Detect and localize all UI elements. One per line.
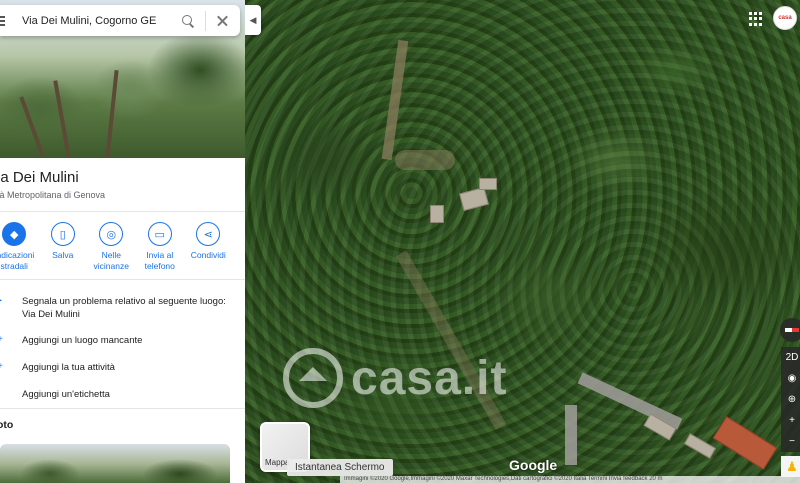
share-button[interactable]: ⋖ Condividi [184, 222, 233, 271]
list-item-label: Aggiungi la tua attività [22, 362, 115, 373]
search-box[interactable]: Via Dei Mulini, Cogorno GE [0, 5, 240, 36]
share-icon: ⋖ [196, 222, 221, 246]
screenshot-tooltip: Istantanea Schermo [287, 459, 393, 476]
divider [0, 408, 245, 409]
send-to-phone-icon: ▭ [147, 222, 172, 246]
map-attribution: Immagini ©2020 Google,Immagini ©2020 Max… [340, 476, 800, 483]
place-subtitle: tà Metropolitana di Genova [0, 190, 106, 200]
add-business-item[interactable]: + Aggiungi la tua attività [0, 361, 237, 374]
zoom-out-button[interactable]: − [781, 431, 800, 452]
place-sidebar: Via Dei Mulini, Cogorno GE ia Dei Mulini… [0, 0, 245, 483]
map-trail [395, 150, 455, 170]
map-building [479, 178, 497, 190]
zoom-in-button[interactable]: + [781, 410, 800, 431]
menu-icon[interactable] [0, 15, 10, 26]
map-layer-label: Mappa [265, 458, 290, 467]
google-logo: Google [509, 457, 558, 473]
satellite-map[interactable] [245, 0, 800, 483]
action-label: Condividi [190, 250, 226, 260]
photo-thumbnail[interactable] [0, 444, 230, 483]
place-title: ia Dei Mulini [0, 169, 79, 186]
view-toggle-button[interactable]: 2D [781, 347, 800, 368]
action-bar: ◆ Indicazioni stradali ▯ Salva ◎ Nelle v… [0, 222, 233, 271]
save-button[interactable]: ▯ Salva [39, 222, 88, 271]
add-place-icon: + [0, 334, 7, 345]
action-label: Salva [52, 250, 74, 260]
map-controls: 2D ◉ ⊕ + − ♟ [780, 318, 800, 477]
send-to-phone-button[interactable]: ▭ Invia al telefono [136, 222, 185, 271]
apps-grid-icon[interactable] [749, 12, 763, 26]
tree-trunk [105, 70, 119, 158]
directions-icon: ◆ [2, 222, 27, 246]
list-item-label: Aggiungi un luogo mancante [22, 335, 143, 346]
action-label: Indicazioni stradali [0, 250, 35, 271]
report-problem-item[interactable]: ▸ Segnala un problema relativo al seguen… [0, 295, 237, 321]
list-item-label: Segnala un problema relativo al seguente… [22, 296, 226, 320]
divider [205, 10, 206, 31]
close-icon[interactable] [216, 14, 230, 28]
tree-trunk [53, 80, 71, 158]
add-business-icon: + [0, 361, 7, 372]
search-input[interactable]: Via Dei Mulini, Cogorno GE [22, 15, 181, 27]
collapse-sidebar-button[interactable]: ◀ [245, 5, 261, 35]
map-building [430, 205, 444, 223]
pegman-icon[interactable]: ♟ [781, 456, 800, 477]
action-label: Invia al telefono [144, 250, 175, 271]
directions-button[interactable]: ◆ Indicazioni stradali [0, 222, 39, 271]
action-label: Nelle vicinanze [93, 250, 129, 271]
account-avatar[interactable]: casa [773, 6, 797, 30]
watermark-text: casa.it [351, 351, 508, 405]
compass-icon[interactable] [780, 318, 800, 342]
bookmark-icon: ▯ [50, 222, 75, 246]
nearby-icon: ◎ [99, 222, 124, 246]
flag-icon: ▸ [0, 295, 7, 306]
list-item-label: Aggiungi un'etichetta [22, 389, 110, 400]
nearby-button[interactable]: ◎ Nelle vicinanze [87, 222, 136, 271]
label-icon: › [0, 388, 7, 399]
my-location-icon[interactable]: ⊕ [781, 389, 800, 410]
maps-window: ◀ casa casa.it Mappa Istantanea Schermo … [0, 0, 800, 483]
map-texture [245, 0, 800, 483]
divider [0, 279, 245, 280]
tree-trunk [19, 96, 45, 157]
add-label-item[interactable]: › Aggiungi un'etichetta [0, 388, 237, 401]
watermark: casa.it [283, 348, 507, 408]
watermark-house-icon [283, 348, 343, 408]
search-icon[interactable] [181, 14, 195, 28]
add-missing-place-item[interactable]: + Aggiungi un luogo mancante [0, 334, 237, 347]
divider [0, 211, 245, 212]
globe-icon[interactable]: ◉ [781, 368, 800, 389]
photos-heading: oto [0, 419, 14, 431]
map-road [565, 405, 577, 465]
